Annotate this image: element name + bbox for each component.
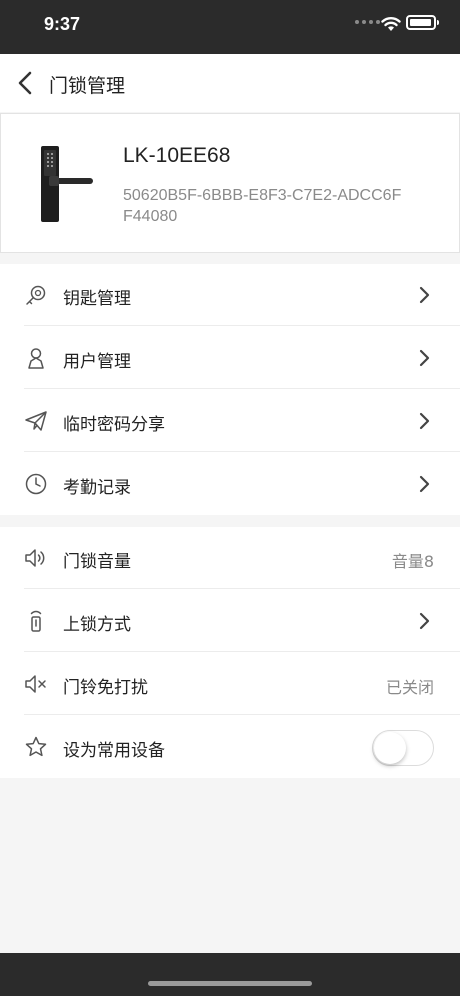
management-menu: 钥匙管理 用户管理 临时密码分享 考勤记录 bbox=[0, 264, 460, 515]
device-name: LK-10EE68 bbox=[123, 144, 231, 167]
user-icon bbox=[28, 348, 44, 369]
menu-item-label: 考勤记录 bbox=[63, 478, 131, 498]
menu-item-lock-volume[interactable]: 门锁音量 音量8 bbox=[0, 527, 460, 589]
menu-item-temp-password-share[interactable]: 临时密码分享 bbox=[0, 390, 460, 452]
menu-item-label: 用户管理 bbox=[63, 352, 131, 372]
menu-item-lock-mode[interactable]: 上锁方式 bbox=[0, 590, 460, 652]
status-time: 9:37 bbox=[44, 14, 81, 34]
menu-item-attendance-records[interactable]: 考勤记录 bbox=[0, 453, 460, 515]
dnd-status-value: 已关闭 bbox=[385, 678, 434, 697]
menu-item-label: 上锁方式 bbox=[63, 615, 131, 635]
mute-icon bbox=[25, 675, 46, 693]
menu-item-label: 门锁音量 bbox=[63, 552, 131, 572]
chevron-right-icon bbox=[419, 475, 430, 493]
clock-icon bbox=[25, 473, 47, 495]
wifi-icon bbox=[381, 17, 401, 31]
menu-item-favorite-device: 设为常用设备 bbox=[0, 716, 460, 778]
favorite-device-toggle[interactable] bbox=[372, 730, 434, 766]
chevron-right-icon bbox=[419, 349, 430, 367]
menu-item-user-management[interactable]: 用户管理 bbox=[0, 327, 460, 389]
lock-mode-icon bbox=[30, 610, 42, 632]
door-lock-image bbox=[41, 146, 93, 222]
divider bbox=[24, 588, 460, 589]
home-indicator[interactable] bbox=[148, 981, 312, 986]
status-bar: 9:37 bbox=[0, 0, 460, 54]
key-icon bbox=[26, 285, 46, 305]
menu-item-doorbell-dnd[interactable]: 门铃免打扰 已关闭 bbox=[0, 653, 460, 715]
menu-item-label: 临时密码分享 bbox=[63, 415, 165, 435]
chevron-right-icon bbox=[419, 412, 430, 430]
page-title: 门锁管理 bbox=[49, 75, 126, 97]
nav-bar: 门锁管理 bbox=[0, 54, 460, 112]
toggle-knob bbox=[374, 732, 406, 764]
menu-item-label: 门铃免打扰 bbox=[63, 678, 148, 698]
divider bbox=[24, 325, 460, 326]
back-arrow-icon[interactable] bbox=[14, 68, 38, 98]
menu-item-key-management[interactable]: 钥匙管理 bbox=[0, 264, 460, 326]
menu-item-label: 设为常用设备 bbox=[63, 741, 165, 761]
star-icon bbox=[25, 736, 47, 757]
settings-menu: 门锁音量 音量8 上锁方式 门铃免打扰 已关闭 设为常用设备 bbox=[0, 527, 460, 778]
device-id: 50620B5F-6BBB-E8F3-C7E2-ADCC6FF44080 bbox=[123, 187, 402, 225]
divider bbox=[24, 714, 460, 715]
paper-plane-icon bbox=[25, 411, 47, 431]
speaker-icon bbox=[25, 549, 45, 567]
divider bbox=[24, 388, 460, 389]
volume-value: 音量8 bbox=[391, 552, 434, 571]
signal-dots-icon bbox=[355, 20, 380, 24]
device-card: LK-10EE68 50620B5F-6BBB-E8F3-C7E2-ADCC6F… bbox=[0, 113, 460, 253]
divider bbox=[24, 651, 460, 652]
battery-icon bbox=[406, 15, 439, 30]
divider bbox=[24, 451, 460, 452]
chevron-right-icon bbox=[419, 612, 430, 630]
menu-item-label: 钥匙管理 bbox=[63, 289, 131, 309]
chevron-right-icon bbox=[419, 286, 430, 304]
home-indicator-area bbox=[0, 953, 460, 996]
